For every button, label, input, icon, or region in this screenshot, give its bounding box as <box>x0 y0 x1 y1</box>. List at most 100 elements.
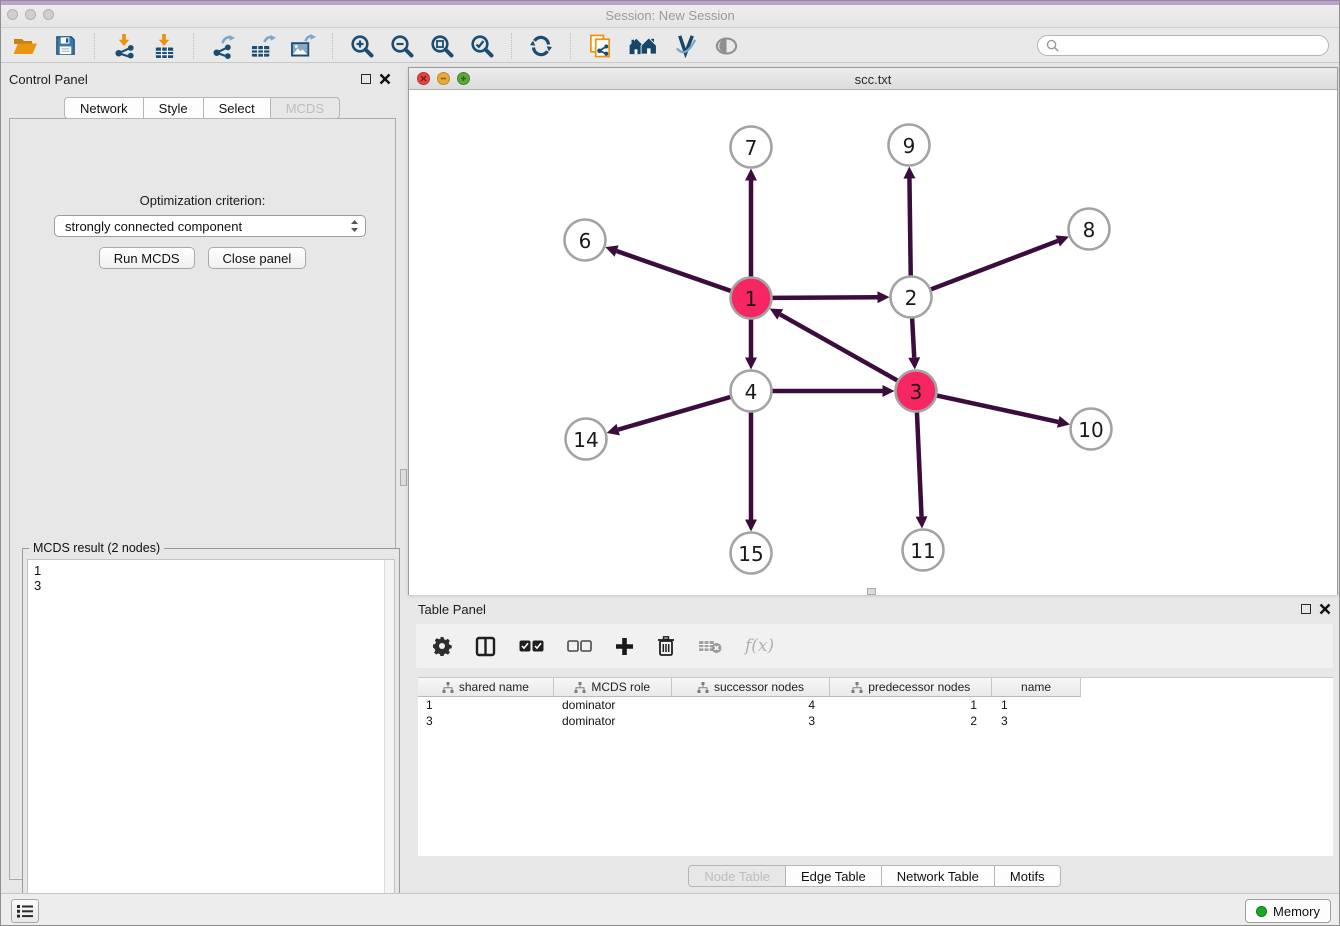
deselect-all-button[interactable] <box>567 640 592 652</box>
column-label: predecessor nodes <box>868 680 970 694</box>
zoom-selected-button[interactable] <box>468 32 496 60</box>
tab-select[interactable]: Select <box>204 97 271 119</box>
import-network-icon <box>112 33 137 59</box>
table-cell[interactable]: 2 <box>831 713 993 729</box>
optimization-criterion-label: Optimization criterion: <box>10 193 395 208</box>
column-header-successor-nodes[interactable]: successor nodes <box>672 678 831 696</box>
column-label: shared name <box>459 680 529 694</box>
table-cell[interactable]: 1 <box>831 697 993 713</box>
mcds-result-text[interactable]: 1 3 <box>27 559 384 926</box>
table-tabs: Node TableEdge TableNetwork TableMotifs <box>408 865 1340 887</box>
mcds-result-title: MCDS result (2 nodes) <box>29 541 164 555</box>
network-title: scc.txt <box>409 72 1337 87</box>
memory-button[interactable]: Memory <box>1245 899 1331 923</box>
apply-function-button: f(x) <box>745 636 774 656</box>
edge-2-3[interactable] <box>912 318 914 357</box>
network-graph: 7968124314101511 <box>409 90 1337 595</box>
edge-3-10[interactable] <box>937 396 1058 422</box>
edge-2-9[interactable] <box>909 178 910 275</box>
node-label-14: 14 <box>573 428 598 452</box>
node-label-8: 8 <box>1083 218 1096 242</box>
show-panels-button[interactable] <box>11 899 39 923</box>
export-image-button[interactable] <box>289 32 317 60</box>
close-table-panel-icon[interactable] <box>1319 603 1331 615</box>
close-panel-button[interactable]: Close panel <box>208 247 307 269</box>
tab-network[interactable]: Network <box>64 97 144 119</box>
column-header-shared-name[interactable]: shared name <box>418 678 554 696</box>
edge-1-6[interactable] <box>617 251 731 291</box>
tab-motifs[interactable]: Motifs <box>995 865 1061 887</box>
add-column-button[interactable] <box>615 637 634 656</box>
vizmapper-button[interactable] <box>672 32 700 60</box>
gear-icon <box>432 636 452 656</box>
memory-status-icon <box>1256 906 1267 917</box>
table-settings-button[interactable] <box>432 636 452 656</box>
table-body: 1dominator4113dominator323 <box>418 697 1333 729</box>
float-panel-icon[interactable] <box>361 74 371 84</box>
zoom-selected-icon <box>470 34 494 58</box>
split-table-button[interactable] <box>475 636 496 657</box>
import-table-button[interactable] <box>150 32 178 60</box>
import-network-button[interactable] <box>110 32 138 60</box>
table-cell[interactable]: 1 <box>993 697 1081 713</box>
table-cell[interactable]: 4 <box>672 697 831 713</box>
zoom-fit-button[interactable] <box>428 32 456 60</box>
tab-network-table[interactable]: Network Table <box>882 865 995 887</box>
table-cell[interactable]: 3 <box>672 713 831 729</box>
edge-3-1[interactable] <box>780 314 897 380</box>
table-cell[interactable]: 3 <box>993 713 1081 729</box>
column-header-predecessor-nodes[interactable]: predecessor nodes <box>830 678 992 696</box>
table-row[interactable]: 1dominator411 <box>418 697 1333 713</box>
export-network-button[interactable] <box>209 32 237 60</box>
table-cell[interactable]: dominator <box>554 713 672 729</box>
network-canvas[interactable]: 7968124314101511 <box>409 90 1337 595</box>
table-cell[interactable]: dominator <box>554 697 672 713</box>
search-input[interactable] <box>1064 38 1320 54</box>
delete-table-button <box>698 638 722 654</box>
zoom-in-button[interactable] <box>348 32 376 60</box>
column-header-MCDS-role[interactable]: MCDS role <box>554 678 672 696</box>
table-cell[interactable]: 1 <box>418 697 554 713</box>
result-scrollbar[interactable] <box>384 559 395 926</box>
clone-network-icon <box>588 33 613 59</box>
table-cell[interactable]: 3 <box>418 713 554 729</box>
network-window-titlebar[interactable]: scc.txt <box>409 68 1337 90</box>
session-title: Session: New Session <box>1 8 1339 23</box>
tab-node-table[interactable]: Node Table <box>688 865 786 887</box>
float-table-panel-icon[interactable] <box>1301 604 1311 614</box>
edge-4-14[interactable] <box>618 397 730 430</box>
split-drag-handle[interactable] <box>867 588 876 595</box>
run-mcds-button[interactable]: Run MCDS <box>99 247 195 269</box>
home-layout-button[interactable] <box>626 32 660 60</box>
select-all-icon <box>519 640 544 652</box>
table-row[interactable]: 3dominator323 <box>418 713 1333 729</box>
column-header-name[interactable]: name <box>992 678 1080 696</box>
edge-2-8[interactable] <box>931 241 1058 289</box>
close-panel-icon[interactable] <box>379 73 391 85</box>
toolbar-separator <box>570 33 571 59</box>
zoom-out-button[interactable] <box>388 32 416 60</box>
tab-edge-table[interactable]: Edge Table <box>786 865 882 887</box>
main-area: Control Panel NetworkStyleSelectMCDS Opt… <box>1 64 1340 893</box>
show-graphics-details-button[interactable] <box>712 32 740 60</box>
export-table-button[interactable] <box>249 32 277 60</box>
criterion-select[interactable]: strongly connected component <box>54 215 366 237</box>
open-session-button[interactable] <box>11 32 39 60</box>
edge-1-2[interactable] <box>772 297 877 298</box>
node-label-11: 11 <box>910 539 935 563</box>
title-bar: Session: New Session <box>1 1 1339 28</box>
refresh-layout-button[interactable] <box>527 32 555 60</box>
attribute-type-icon <box>574 682 586 693</box>
panel-divider-handle[interactable] <box>400 469 407 486</box>
edge-3-11[interactable] <box>917 412 922 516</box>
delete-column-button[interactable] <box>657 636 675 656</box>
tab-style[interactable]: Style <box>144 97 204 119</box>
node-label-1: 1 <box>745 287 758 311</box>
open-folder-icon <box>12 34 38 58</box>
tab-mcds[interactable]: MCDS <box>271 97 340 119</box>
clone-network-button[interactable] <box>586 32 614 60</box>
save-session-button[interactable] <box>51 32 79 60</box>
select-all-button[interactable] <box>519 640 544 652</box>
toolbar-separator <box>94 33 95 59</box>
search-field[interactable] <box>1037 35 1329 56</box>
